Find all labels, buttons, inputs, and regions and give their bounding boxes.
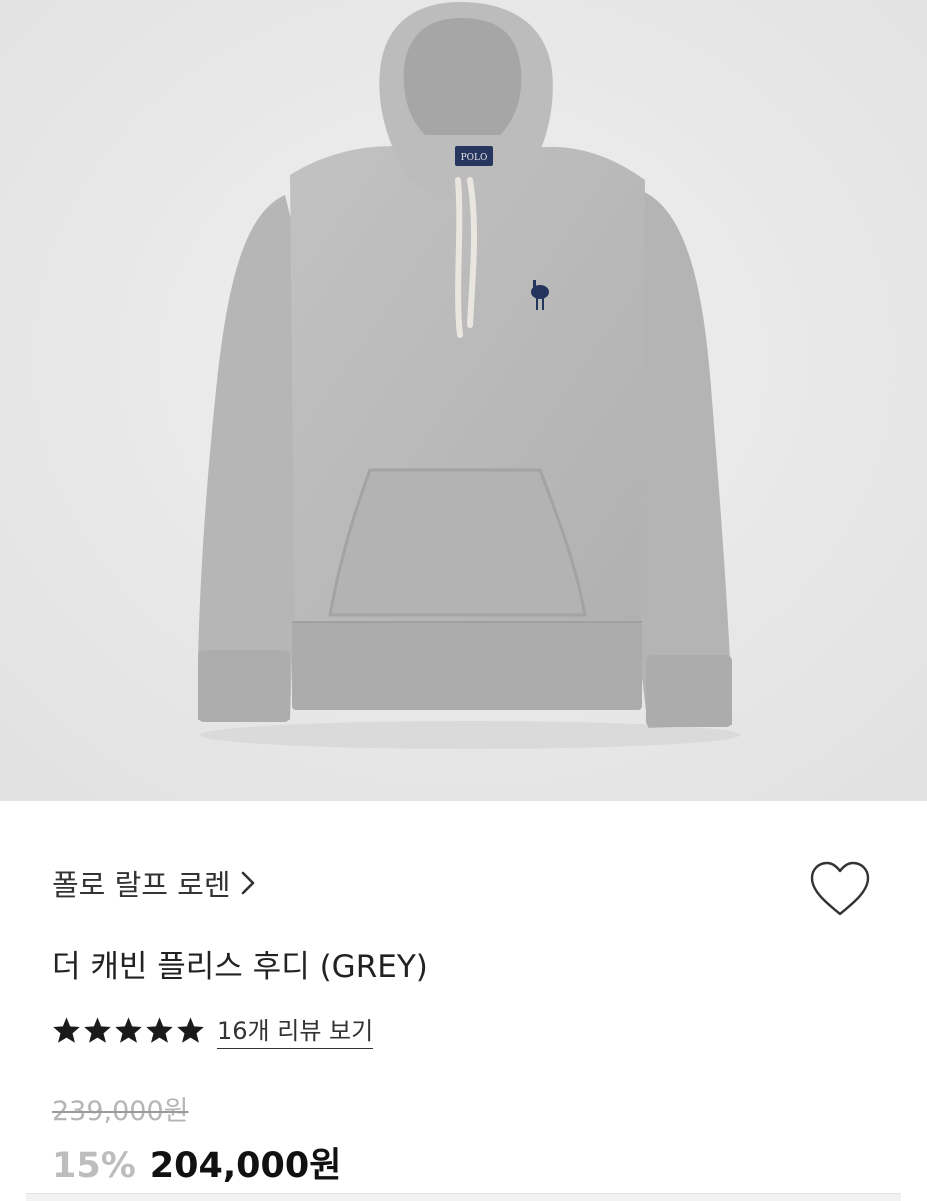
heart-outline-icon (810, 861, 870, 916)
star-icon (177, 1017, 204, 1043)
hoodie-illustration: POLO (0, 0, 927, 801)
product-title: 더 캐빈 플리스 후디 (GREY) (52, 949, 428, 985)
star-icon (53, 1017, 80, 1043)
review-link[interactable]: 16개 리뷰 보기 (217, 1011, 374, 1049)
sale-price: 204,000원 (149, 1146, 342, 1186)
wishlist-button[interactable] (804, 853, 876, 925)
original-price: 239,000원 (52, 1096, 189, 1127)
image-logo-text: POLO (461, 153, 488, 163)
price-row: 15% 204,000원 (52, 1137, 341, 1188)
star-icon (146, 1017, 173, 1043)
chevron-right-icon (241, 871, 255, 895)
rating-stars (52, 1016, 207, 1044)
rating-row: 16개 리뷰 보기 (52, 1011, 374, 1049)
brand-name: 폴로 랄프 로렌 (52, 868, 231, 902)
product-info-panel: 폴로 랄프 로렌 더 캐빈 플리스 후디 (GREY) 16개 리뷰 보기 23… (0, 801, 927, 1201)
star-icon (84, 1017, 111, 1043)
brand-link[interactable]: 폴로 랄프 로렌 (52, 861, 255, 905)
product-image[interactable]: POLO (0, 0, 927, 801)
star-icon (115, 1017, 142, 1043)
discount-rate: 15% (52, 1146, 136, 1186)
